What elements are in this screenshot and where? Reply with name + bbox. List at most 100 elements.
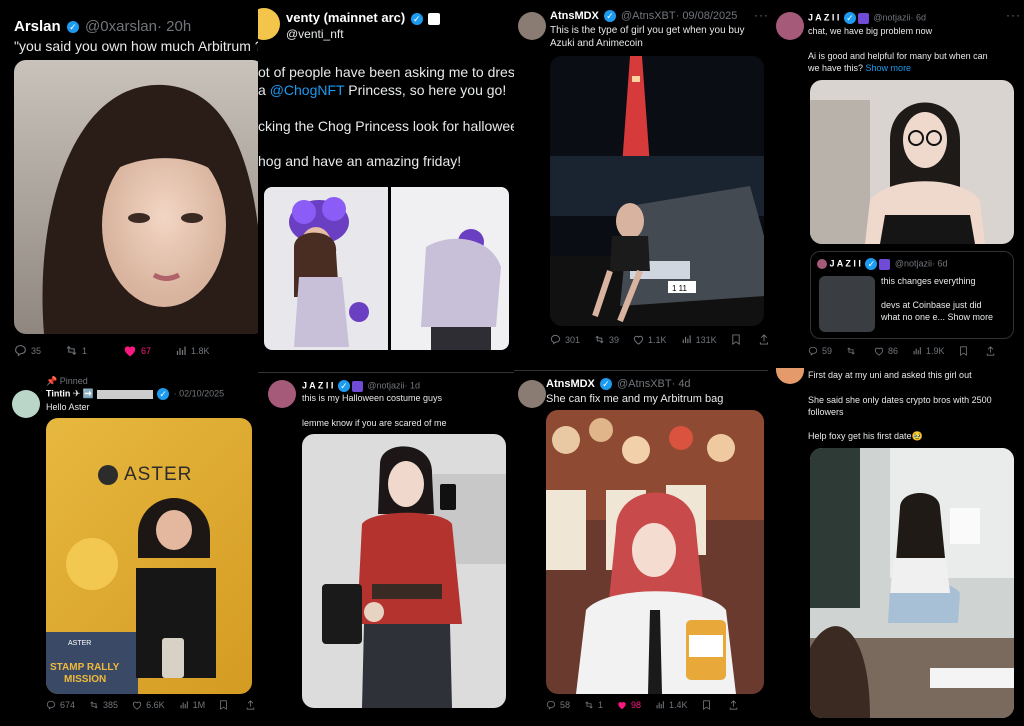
- tweet-atnsmdx-car[interactable]: AtnsMDX ✓ @AtnsXBT· 09/08/2025 ··· This …: [514, 0, 768, 368]
- tweet-photo[interactable]: [302, 434, 506, 708]
- avatar[interactable]: [12, 390, 40, 418]
- quote-time: · 6d: [932, 258, 948, 269]
- show-more-link[interactable]: Show more: [866, 63, 912, 73]
- quote-thumbnail: [819, 276, 875, 332]
- tweet-line-3: followers: [808, 407, 844, 417]
- tweet-jazii-chat[interactable]: J A Z I I ✓ @notjazii· 6d ··· chat, we h…: [768, 0, 1024, 368]
- reply-button[interactable]: 59: [808, 346, 832, 356]
- more-options-icon[interactable]: ···: [754, 8, 768, 22]
- tweet-line-2: She said she only dates crypto bros with…: [808, 395, 992, 405]
- bookmark-button[interactable]: [731, 334, 745, 345]
- avatar[interactable]: [776, 368, 804, 384]
- tweet-photo[interactable]: [810, 448, 1014, 718]
- avatar[interactable]: [258, 8, 280, 40]
- pinned-label: 📌 Pinned: [46, 376, 88, 386]
- tweet-photo-right[interactable]: [391, 187, 509, 350]
- views-button[interactable]: 131K: [681, 334, 717, 345]
- views-button[interactable]: 1M: [179, 700, 205, 710]
- quote-tweet[interactable]: J A Z I I ✓ @notjazii· 6d this changes e…: [810, 251, 1014, 339]
- tweet-text: She can fix me and my Arbitrum bag: [546, 393, 724, 405]
- quote-line-1: this changes everything: [881, 276, 976, 286]
- post-time[interactable]: · 09/08/2025: [676, 10, 738, 22]
- author-handle[interactable]: @AtnsXBT: [617, 378, 672, 390]
- tweet-photo[interactable]: [546, 410, 764, 694]
- author-name[interactable]: Arslan: [14, 18, 61, 35]
- views-button[interactable]: 1.8K: [175, 345, 210, 357]
- avatar[interactable]: [518, 12, 546, 40]
- post-time[interactable]: · 6d: [911, 12, 927, 22]
- post-time[interactable]: · 20h: [157, 18, 191, 35]
- repost-button[interactable]: [846, 346, 860, 356]
- like-count: 1.1K: [648, 334, 667, 345]
- like-button[interactable]: 6.6K: [132, 700, 165, 710]
- author-handle[interactable]: @notjazii: [873, 12, 910, 22]
- avatar[interactable]: [268, 380, 296, 408]
- like-button[interactable]: 98: [617, 700, 641, 710]
- reply-button[interactable]: 674: [46, 700, 75, 710]
- reply-button[interactable]: 58: [546, 700, 570, 710]
- tweet-jazii-halloween[interactable]: J A Z I I ✓ @notjazii· 1d this is my Hal…: [258, 368, 514, 726]
- tweet-line-3: cking the Chog Princess look for hallowe…: [258, 118, 514, 134]
- post-date[interactable]: · 02/10/2025: [174, 388, 225, 398]
- views-icon: [913, 347, 921, 355]
- repost-button[interactable]: 1: [584, 700, 603, 710]
- tweet-photo[interactable]: ASTER ASTER STAMP RALLY MISSION: [46, 418, 252, 694]
- bookmark-button[interactable]: [702, 700, 715, 710]
- share-icon: [759, 334, 768, 345]
- views-button[interactable]: 1.9K: [912, 346, 945, 356]
- tweet-arslan[interactable]: Arslan ✓ @0xarslan· 20h "you said you ow…: [0, 0, 258, 368]
- bookmark-button[interactable]: [959, 346, 972, 356]
- more-options-icon[interactable]: ···: [1006, 8, 1021, 22]
- share-button[interactable]: [729, 700, 742, 710]
- tweet-uni-date[interactable]: First day at my uni and asked this girl …: [768, 368, 1024, 726]
- repost-button[interactable]: 39: [594, 334, 619, 345]
- repost-button[interactable]: 1: [65, 344, 87, 357]
- reply-button[interactable]: 301: [550, 334, 580, 345]
- like-button[interactable]: 67: [123, 344, 151, 357]
- repost-icon: [90, 701, 98, 709]
- repost-button[interactable]: 385: [89, 700, 118, 710]
- author-name[interactable]: AtnsMDX: [546, 378, 595, 390]
- author-name[interactable]: Tintin: [46, 388, 70, 398]
- tweet-atnsmdx-bag[interactable]: AtnsMDX ✓ @AtnsXBT· 4d She can fix me an…: [514, 368, 768, 726]
- reply-button[interactable]: 35: [14, 344, 41, 357]
- tweet-tintin[interactable]: 📌 Pinned Tintin ✈ ➡️ ✓ · 02/10/2025 Hell…: [0, 368, 258, 726]
- tweet-photo[interactable]: [14, 60, 258, 334]
- like-button[interactable]: 86: [874, 346, 898, 356]
- share-button[interactable]: [986, 346, 999, 356]
- decor-circle: [66, 538, 118, 590]
- like-button[interactable]: 1.1K: [633, 334, 667, 345]
- tweet-venty[interactable]: venty (mainnet arc) ✓ @venti_nft ot of p…: [258, 0, 514, 368]
- mention-link[interactable]: @ChogNFT: [270, 82, 345, 98]
- author-name[interactable]: venty (mainnet arc): [286, 10, 405, 25]
- views-button[interactable]: 1.4K: [655, 700, 688, 710]
- views-icon: [180, 701, 188, 709]
- author-handle[interactable]: @notjazii: [367, 380, 404, 390]
- quote-line-2: devs at Coinbase just did: [881, 300, 982, 310]
- author-handle[interactable]: @0xarslan: [85, 18, 157, 35]
- aster-brand-text: ASTER: [124, 464, 193, 485]
- repost-icon: [595, 335, 604, 344]
- author-name[interactable]: AtnsMDX: [550, 10, 599, 22]
- tweet-line-1: ot of people have been asking me to dres…: [258, 64, 514, 80]
- text-fragment: we have this?: [808, 63, 866, 73]
- author-handle[interactable]: @venti_nft: [286, 27, 344, 41]
- share-button[interactable]: [246, 700, 258, 710]
- tweet-photo[interactable]: 1 11: [550, 56, 764, 326]
- author-name[interactable]: J A Z I I: [302, 380, 333, 390]
- tweet-photo[interactable]: [810, 80, 1014, 244]
- author-handle[interactable]: @AtnsXBT: [621, 10, 676, 22]
- tweet-photo-left[interactable]: [264, 187, 388, 350]
- bookmark-button[interactable]: [219, 700, 232, 710]
- post-time[interactable]: · 4d: [672, 378, 691, 390]
- avatar[interactable]: [518, 380, 546, 408]
- share-button[interactable]: [759, 334, 768, 345]
- affiliate-badge-icon: [351, 380, 363, 392]
- author-name[interactable]: J A Z I I: [808, 12, 839, 22]
- avatar[interactable]: [776, 12, 804, 40]
- views-count: 1.9K: [926, 346, 945, 356]
- repost-icon: [847, 347, 855, 355]
- person-face-front: [156, 510, 192, 550]
- post-time[interactable]: · 1d: [405, 380, 421, 390]
- repost-icon: [66, 345, 77, 356]
